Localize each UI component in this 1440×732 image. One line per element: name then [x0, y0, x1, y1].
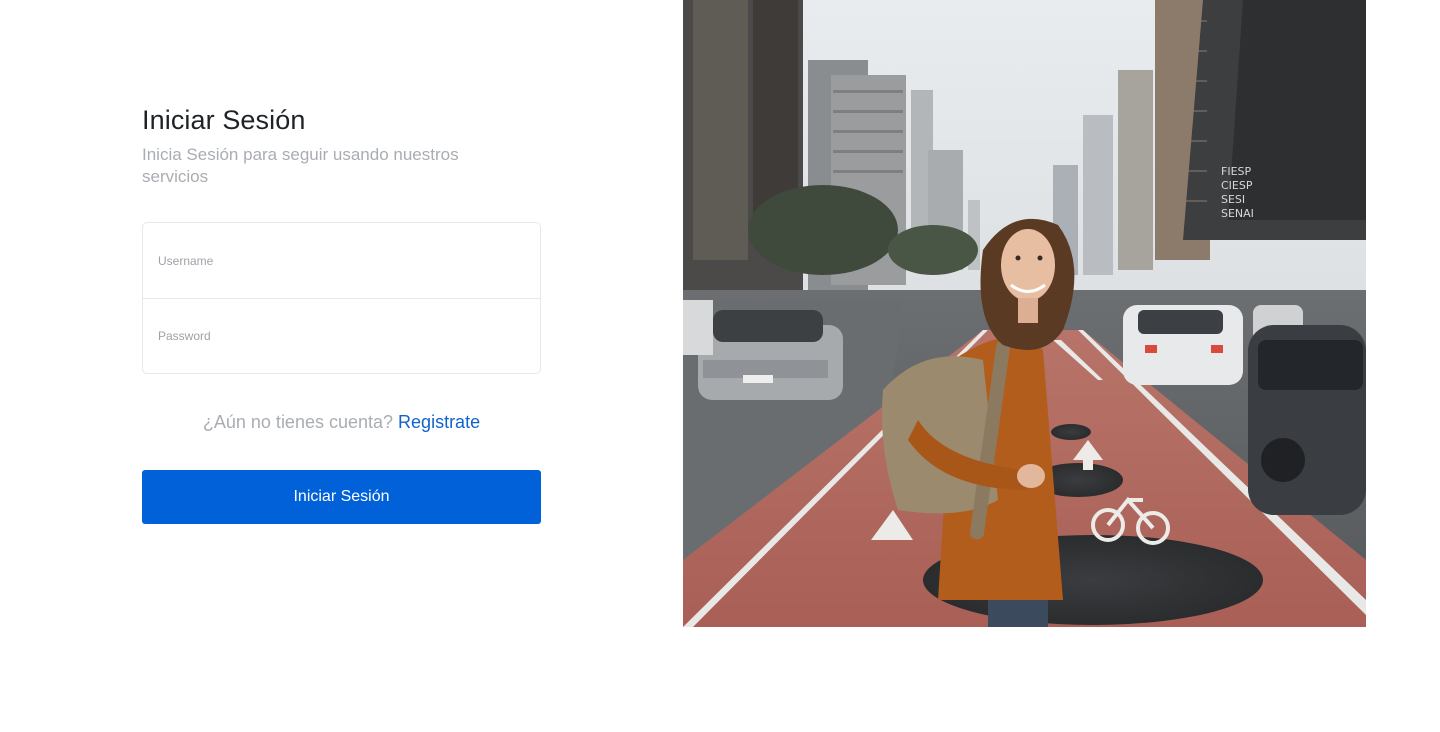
username-input[interactable] [158, 253, 525, 268]
signup-prompt-text: ¿Aún no tienes cuenta? [202, 412, 394, 432]
signup-link[interactable]: Registrate [398, 412, 480, 432]
city-street-photo-icon: FIESP CIESP SESI SENAI [683, 0, 1366, 627]
login-submit-button[interactable]: Iniciar Sesión [142, 470, 541, 524]
credentials-fields [142, 222, 541, 374]
svg-text:SENAI: SENAI [1221, 207, 1254, 220]
signup-prompt-line: ¿Aún no tienes cuenta? Registrate [142, 410, 541, 434]
svg-text:SESI: SESI [1221, 193, 1245, 206]
password-field-container [143, 298, 540, 373]
hero-photo: FIESP CIESP SESI SENAI [683, 0, 1366, 627]
page-subtitle: Inicia Sesión para seguir usando nuestro… [142, 145, 459, 186]
login-form: ¿Aún no tienes cuenta? Registrate Inicia… [142, 222, 541, 524]
page-title: Iniciar Sesión [142, 105, 306, 135]
username-field-container [143, 223, 540, 298]
svg-text:CIESP: CIESP [1221, 179, 1253, 192]
building-sign-text: FIESP [1221, 165, 1252, 178]
login-panel: Iniciar Sesión Inicia Sesión para seguir… [142, 100, 541, 524]
password-input[interactable] [158, 329, 525, 343]
login-page: Iniciar Sesión Inicia Sesión para seguir… [0, 0, 1440, 732]
